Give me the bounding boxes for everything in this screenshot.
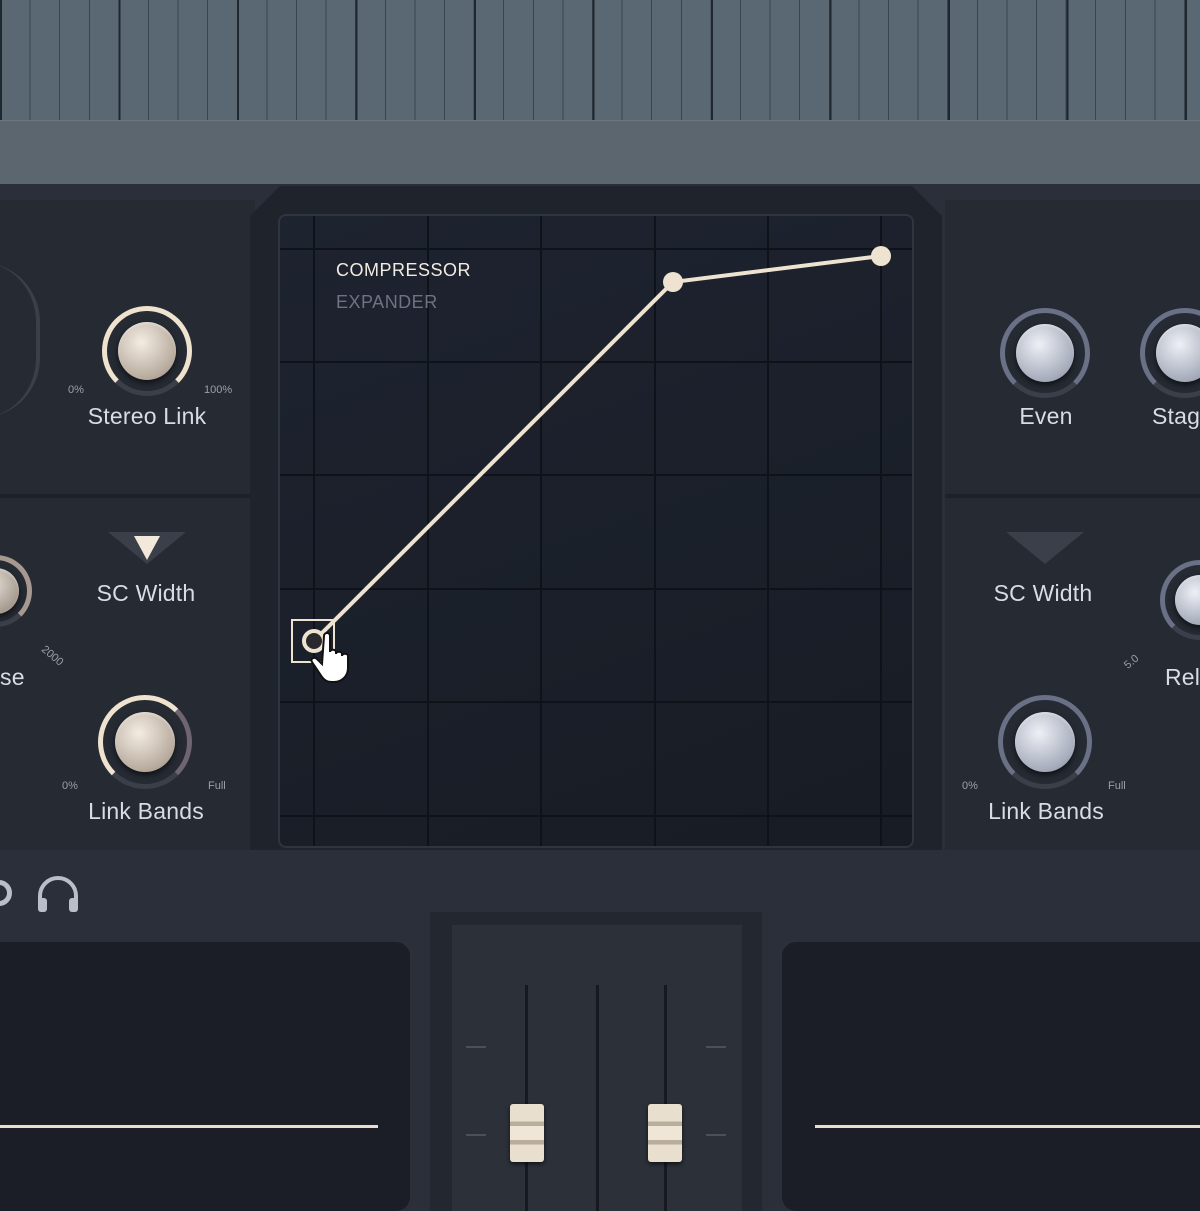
link-bands-max-label: Full (1108, 780, 1126, 792)
link-bands-min-label: 0% (962, 780, 978, 792)
output-meter (782, 942, 1200, 1211)
link-bands-label: Link Bands (88, 798, 204, 824)
transfer-curve-graph[interactable]: COMPRESSOR EXPANDER (278, 214, 914, 848)
link-bands-max-label: Full (208, 780, 226, 792)
stereo-link-min-label: 0% (68, 384, 84, 396)
triangle-down-icon[interactable] (1006, 532, 1084, 564)
meter-level-line (0, 1125, 378, 1128)
output-gain-fader[interactable] (648, 1104, 682, 1162)
fader-tick (706, 1134, 726, 1136)
triangle-down-icon[interactable] (108, 532, 186, 564)
sc-width-label: SC Width (96, 580, 196, 606)
stage-label: Stag (1152, 403, 1200, 429)
fader-tick (466, 1134, 486, 1136)
link-bands-min-label: 0% (62, 780, 78, 792)
release-label: se (0, 664, 25, 690)
stereo-link-knob[interactable] (102, 306, 192, 396)
arrangement-grid[interactable] (0, 0, 1200, 120)
curve-node-end[interactable] (871, 246, 891, 266)
link-bands-label: Link Bands (988, 798, 1104, 824)
meter-level-line (815, 1125, 1200, 1128)
stage-knob-cap (1156, 324, 1200, 382)
plugin-title-bar (0, 120, 1200, 185)
link-bands-knob-cap (1015, 712, 1075, 772)
stereo-link-max-label: 100% (204, 384, 233, 396)
even-knob[interactable] (1000, 308, 1090, 398)
transfer-curve (312, 254, 882, 643)
link-bands-knob[interactable] (98, 695, 192, 789)
link-bands-knob[interactable] (998, 695, 1092, 789)
compressor-mode-button[interactable]: COMPRESSOR (336, 260, 471, 281)
release-knob-cap (1175, 575, 1200, 625)
stereo-link-label: Stereo Link (87, 403, 207, 429)
expander-mode-button[interactable]: EXPANDER (336, 292, 438, 313)
headphones-icon[interactable] (36, 876, 80, 914)
release-label: Rel (1165, 664, 1200, 690)
pointer-hand-icon (310, 632, 349, 683)
fader-track (596, 985, 599, 1211)
even-knob-cap (1016, 324, 1074, 382)
fader-track (664, 985, 667, 1211)
fader-tick (706, 1046, 726, 1048)
even-label: Even (1019, 403, 1073, 429)
link-bands-knob-cap (115, 712, 175, 772)
sc-width-label: SC Width (993, 580, 1093, 606)
fader-tick (466, 1046, 486, 1048)
stereo-link-knob-cap (118, 322, 176, 380)
curve-node-threshold[interactable] (663, 272, 683, 292)
fader-track (525, 985, 528, 1211)
release-knob-cap (0, 568, 19, 614)
input-meter (0, 942, 410, 1211)
input-gain-fader[interactable] (510, 1104, 544, 1162)
